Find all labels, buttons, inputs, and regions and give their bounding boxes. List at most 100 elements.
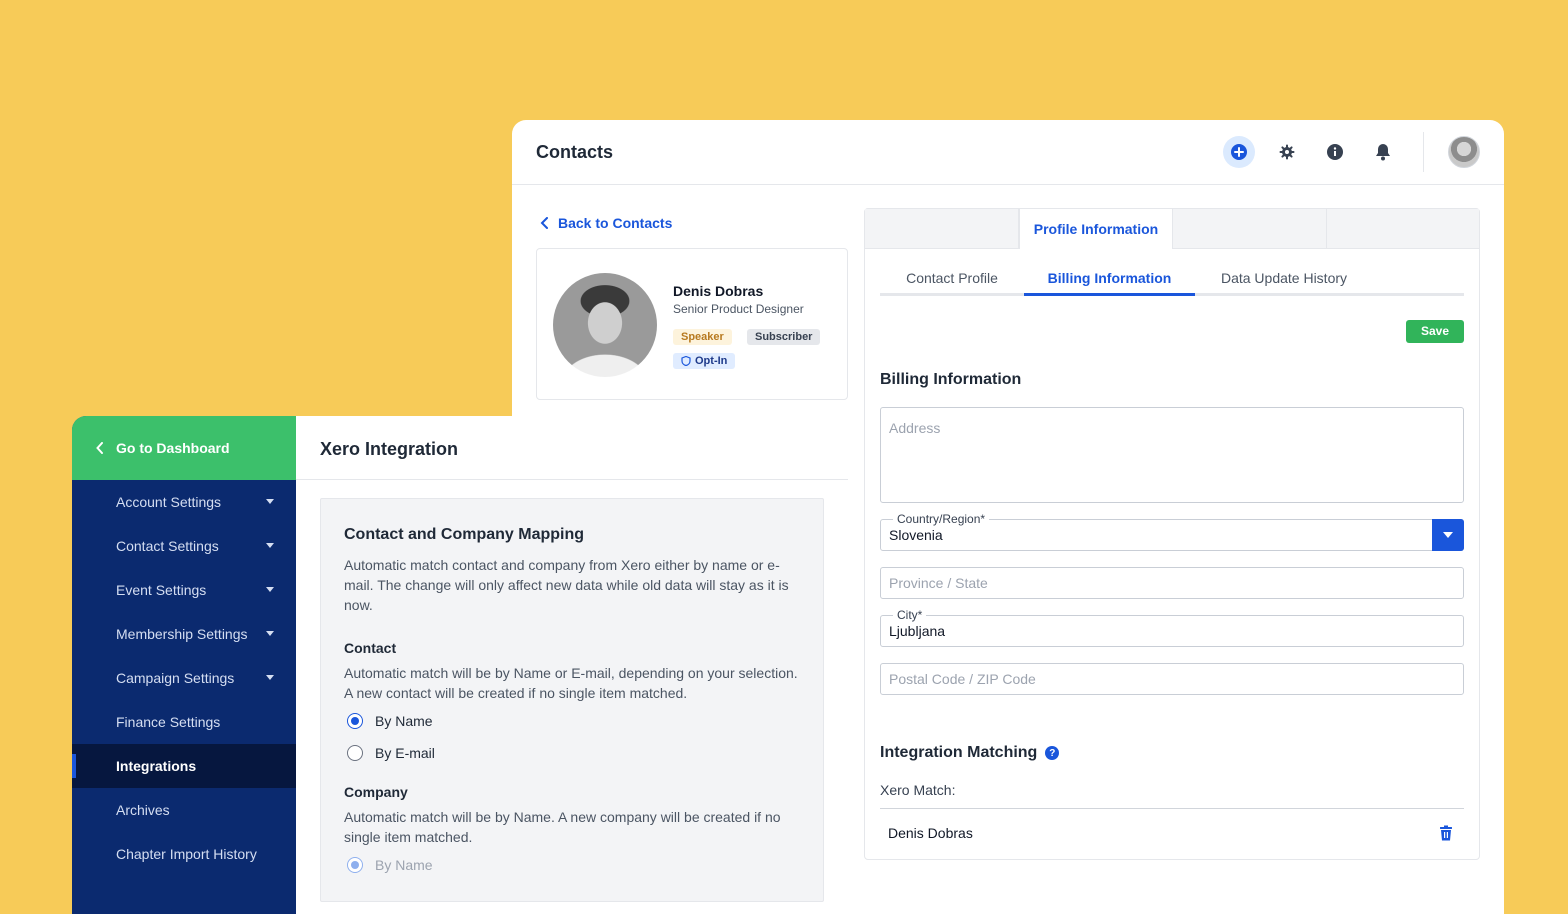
country-dropdown-button[interactable] <box>1432 519 1464 551</box>
profile-card: Denis Dobras Senior Product Designer Spe… <box>536 248 848 400</box>
sidebar-item-label: Integrations <box>116 758 197 774</box>
postal-code-field[interactable]: Postal Code / ZIP Code <box>880 663 1464 695</box>
optin-label: Opt-In <box>695 355 728 367</box>
mapping-panel: Contact and Company Mapping Automatic ma… <box>320 498 824 902</box>
contact-name: Denis Dobras <box>673 283 764 299</box>
tab-data-update-history-label: Data Update History <box>1220 270 1348 286</box>
integration-matching-label: Integration Matching <box>880 744 1038 761</box>
contact-detail-panel: Profile Information Contact Profile Bill… <box>864 208 1480 860</box>
radio-checked[interactable] <box>347 713 363 729</box>
contact-role: Senior Product Designer <box>673 302 804 316</box>
radio-contact-by-email[interactable]: By E-mail <box>347 745 435 761</box>
tab-data-update-history[interactable]: Data Update History <box>1195 269 1373 296</box>
city-value: Ljubljana <box>889 623 946 639</box>
sub-tabs: Contact Profile Billing Information Data… <box>880 269 1464 296</box>
caret-down-icon <box>1443 532 1453 538</box>
header-divider <box>1423 132 1424 172</box>
settings-sidebar: Go to Dashboard Account Settings Contact… <box>72 416 296 914</box>
contact-description: Automatic match will be by Name or E-mai… <box>344 665 798 701</box>
help-icon[interactable]: ? <box>1045 746 1060 760</box>
integration-matching-title: Integration Matching ? <box>880 744 1060 762</box>
postal-placeholder: Postal Code / ZIP Code <box>889 671 1036 687</box>
company-subtitle: Company <box>344 784 408 800</box>
sidebar-item-campaign-settings[interactable]: Campaign Settings <box>72 656 296 700</box>
contact-avatar <box>553 273 657 377</box>
chevron-left-icon <box>540 217 548 229</box>
go-to-dashboard-button[interactable]: Go to Dashboard <box>72 416 296 480</box>
city-label: City* <box>893 608 927 622</box>
caret-down-icon <box>266 499 274 504</box>
sidebar-item-label: Archives <box>116 802 170 818</box>
sidebar-item-label: Finance Settings <box>116 714 221 730</box>
subscriber-badge: Subscriber <box>747 329 821 345</box>
tab-contact-profile-label: Contact Profile <box>906 270 998 286</box>
xero-match-label: Xero Match: <box>880 782 956 798</box>
address-field[interactable]: Address <box>880 407 1464 503</box>
caret-down-icon <box>266 675 274 680</box>
country-value: Slovenia <box>889 527 943 543</box>
sidebar-item-label: Event Settings <box>116 582 207 598</box>
plus-circle-icon[interactable] <box>1223 136 1255 168</box>
contacts-header: Contacts <box>512 120 1504 185</box>
radio-company-by-name: By Name <box>347 857 433 873</box>
shield-icon <box>681 356 691 366</box>
top-tabs: Profile Information <box>865 209 1479 249</box>
optin-badge: Opt-In <box>673 353 736 369</box>
province-field[interactable]: Province / State <box>880 567 1464 599</box>
sidebar-item-membership-settings[interactable]: Membership Settings <box>72 612 296 656</box>
radio-label: By Name <box>375 857 433 873</box>
sidebar-item-chapter-import-history[interactable]: Chapter Import History <box>72 832 296 876</box>
sidebar-item-finance-settings[interactable]: Finance Settings <box>72 700 296 744</box>
country-select[interactable]: Country/Region* Slovenia <box>880 512 1464 551</box>
country-label: Country/Region* <box>893 512 990 526</box>
radio-contact-by-name[interactable]: By Name <box>347 713 433 729</box>
tab-billing-information[interactable]: Billing Information <box>1024 269 1195 296</box>
sidebar-item-contact-settings[interactable]: Contact Settings <box>72 524 296 568</box>
sidebar-item-label: Account Settings <box>116 494 222 510</box>
sidebar-item-label: Contact Settings <box>116 538 219 554</box>
billing-section-title: Billing Information <box>880 371 1022 388</box>
trash-icon[interactable] <box>1439 825 1453 846</box>
xero-match-name: Denis Dobras <box>888 825 973 841</box>
back-link-label: Back to Contacts <box>558 215 673 231</box>
go-to-dashboard-label: Go to Dashboard <box>116 440 230 456</box>
gear-icon[interactable] <box>1271 136 1303 168</box>
page-title: Xero Integration <box>320 439 459 459</box>
chevron-left-icon <box>96 442 103 454</box>
city-field[interactable]: City* Ljubljana <box>880 608 1464 647</box>
save-button[interactable]: Save <box>1406 320 1464 343</box>
caret-down-icon <box>266 587 274 592</box>
speaker-badge: Speaker <box>673 329 732 345</box>
sidebar-item-integrations[interactable]: Integrations <box>72 744 296 788</box>
bell-icon[interactable] <box>1367 136 1399 168</box>
tab-contact-profile[interactable]: Contact Profile <box>880 269 1024 296</box>
sidebar-item-event-settings[interactable]: Event Settings <box>72 568 296 612</box>
sidebar-item-label: Campaign Settings <box>116 670 235 686</box>
tab-1[interactable] <box>865 209 1019 249</box>
sidebar-item-account-settings[interactable]: Account Settings <box>72 480 296 524</box>
settings-window: Go to Dashboard Account Settings Contact… <box>72 416 848 914</box>
back-to-contacts-link[interactable]: Back to Contacts <box>540 215 672 231</box>
tab-profile-information-label: Profile Information <box>1033 221 1159 237</box>
tab-billing-information-label: Billing Information <box>1047 270 1172 286</box>
mapping-description: Automatic match contact and company from… <box>344 557 789 613</box>
sidebar-item-label: Chapter Import History <box>116 846 257 862</box>
mapping-title: Contact and Company Mapping <box>344 526 584 543</box>
sidebar-item-label: Membership Settings <box>116 626 248 642</box>
tab-3[interactable] <box>1173 209 1327 249</box>
user-avatar[interactable] <box>1448 136 1480 168</box>
caret-down-icon <box>266 631 274 636</box>
tab-profile-information[interactable]: Profile Information <box>1019 209 1173 249</box>
radio-unchecked[interactable] <box>347 745 363 761</box>
xero-header: Xero Integration <box>296 416 848 480</box>
radio-label: By E-mail <box>375 745 435 761</box>
page-title: Contacts <box>536 142 614 162</box>
tab-4[interactable] <box>1327 209 1479 249</box>
address-placeholder: Address <box>889 420 941 436</box>
info-icon[interactable] <box>1319 136 1351 168</box>
sidebar-item-archives[interactable]: Archives <box>72 788 296 832</box>
radio-disabled <box>347 857 363 873</box>
match-divider <box>880 808 1464 809</box>
company-description: Automatic match will be by Name. A new c… <box>344 809 781 845</box>
radio-label: By Name <box>375 713 433 729</box>
